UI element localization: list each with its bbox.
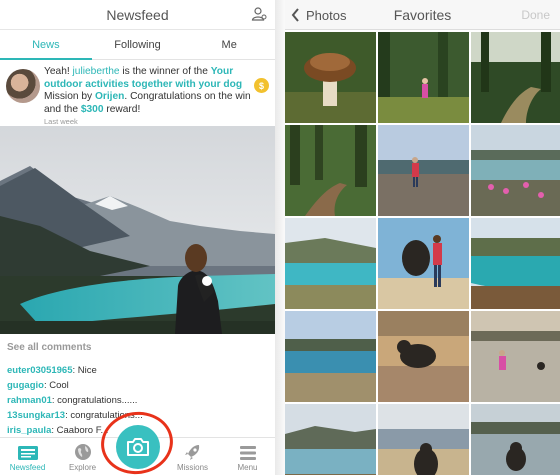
- photo-thumbnail[interactable]: [378, 311, 469, 402]
- page-title: Newsfeed: [106, 6, 169, 23]
- comment-item: rahman01: congratulations......: [7, 393, 268, 408]
- comment-text: : Cool: [43, 380, 69, 391]
- menu-icon: [239, 446, 256, 460]
- photo-thumbnail[interactable]: [285, 218, 376, 309]
- back-button-label: Photos: [306, 7, 347, 23]
- photo-thumbnail[interactable]: [471, 404, 560, 475]
- newsfeed-tabs: News Following Me: [0, 30, 275, 60]
- comment-text: : Nice: [72, 365, 97, 376]
- globe-icon: [74, 444, 91, 460]
- nav-newsfeed[interactable]: Newsfeed: [0, 438, 55, 475]
- brand-link[interactable]: Orijen: [95, 91, 124, 102]
- profile-settings-icon[interactable]: [251, 6, 267, 22]
- newsfeed-header: Newsfeed: [0, 0, 275, 30]
- panel-divider: [275, 0, 285, 475]
- comment-text: : Caaboro F...: [51, 425, 109, 436]
- newsfeed-icon: [17, 446, 38, 460]
- photo-thumbnail[interactable]: [285, 311, 376, 402]
- done-button[interactable]: Done: [521, 8, 550, 22]
- photo-grid: [285, 30, 560, 475]
- tab-news[interactable]: News: [0, 30, 92, 59]
- notification-text-reward-suffix: reward!: [103, 103, 141, 115]
- photo-thumbnail[interactable]: [378, 218, 469, 309]
- notification-text-mid: is the winner of the: [119, 66, 211, 77]
- comment-username[interactable]: gugagio: [7, 380, 44, 391]
- app-screen: Newsfeed News Following Me Yeah! juliebe…: [0, 0, 560, 475]
- comment-text: : congratulations......: [51, 395, 138, 406]
- notification-text: Yeah! julieberthe is the winner of the Y…: [44, 66, 252, 116]
- notification-timestamp: Last week: [44, 117, 78, 126]
- photo-thumbnail[interactable]: [471, 218, 560, 309]
- nav-missions[interactable]: Missions: [165, 438, 220, 475]
- winner-username[interactable]: julieberthe: [73, 66, 120, 77]
- comment-item: gugagio: Cool: [7, 378, 268, 393]
- back-button[interactable]: Photos: [291, 0, 346, 30]
- comment-username[interactable]: euter03051965: [7, 365, 73, 376]
- notification-text-pre: Yeah!: [44, 66, 73, 77]
- photo-thumbnail[interactable]: [285, 32, 376, 123]
- post-photo[interactable]: [0, 126, 275, 334]
- nav-menu-label: Menu: [237, 463, 258, 472]
- comment-item: euter03051965: Nice: [7, 363, 268, 378]
- photo-thumbnail[interactable]: [471, 125, 560, 216]
- notification-text-mission-by: Mission by: [44, 91, 95, 102]
- chevron-left-icon: [291, 8, 299, 22]
- comment-username[interactable]: rahman01: [7, 395, 52, 406]
- winner-notification[interactable]: Yeah! julieberthe is the winner of the Y…: [0, 60, 275, 126]
- nav-missions-label: Missions: [176, 463, 209, 472]
- comment-username[interactable]: iris_paula: [7, 425, 51, 436]
- coin-icon: $: [254, 78, 269, 93]
- active-tab-indicator: [0, 58, 92, 60]
- avatar[interactable]: [6, 69, 40, 103]
- photo-thumbnail[interactable]: [285, 404, 376, 475]
- photo-thumbnail[interactable]: [378, 125, 469, 216]
- photo-thumbnail[interactable]: [285, 125, 376, 216]
- nav-explore-label: Explore: [68, 463, 97, 472]
- nav-newsfeed-label: Newsfeed: [9, 463, 46, 472]
- nav-menu[interactable]: Menu: [220, 438, 275, 475]
- see-all-comments-link[interactable]: See all comments: [7, 342, 268, 353]
- photo-thumbnail[interactable]: [378, 404, 469, 475]
- reward-amount: $300: [80, 103, 104, 115]
- comment-username[interactable]: 13sungkar13: [7, 410, 65, 421]
- newsfeed-screen: Newsfeed News Following Me Yeah! juliebe…: [0, 0, 275, 475]
- tab-following[interactable]: Following: [92, 30, 184, 59]
- rocket-icon: [184, 445, 199, 460]
- photo-thumbnail[interactable]: [471, 311, 560, 402]
- favorites-screen: Photos Favorites Done: [285, 0, 560, 475]
- photo-thumbnail[interactable]: [471, 32, 560, 123]
- favorites-header: Photos Favorites Done: [285, 0, 560, 30]
- tab-me[interactable]: Me: [183, 30, 275, 59]
- photo-thumbnail[interactable]: [378, 32, 469, 123]
